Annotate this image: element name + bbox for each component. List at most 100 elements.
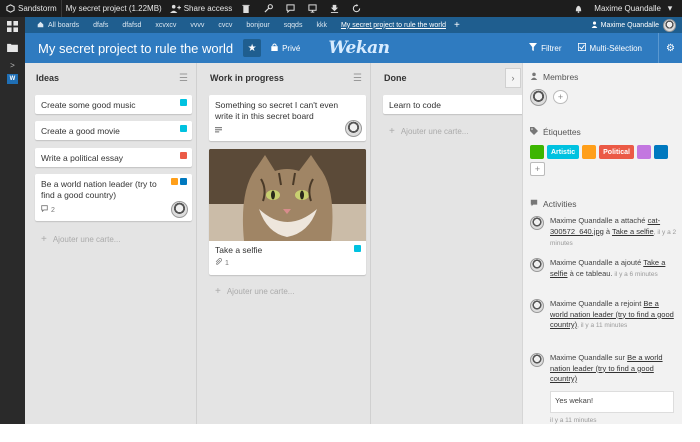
member-avatar[interactable] [530,89,547,106]
add-card-button[interactable]: + Ajouter une carte... [389,126,468,137]
sandstorm-home[interactable]: Sandstorm [0,0,61,17]
sidebar-toggle-button[interactable]: › [505,68,521,88]
breadcrumb-item[interactable]: bonjour [246,22,269,29]
card-member-avatar[interactable] [345,120,362,137]
bell-icon [572,3,584,15]
activity-icon [530,199,538,209]
add-card-label: Ajouter une carte... [226,287,295,296]
breadcrumb-item[interactable]: cvcv [218,22,232,29]
add-card-label: Ajouter une carte... [52,235,121,244]
star-board-button[interactable]: ★ [243,39,262,57]
breadcrumb-item[interactable]: vvvv [190,22,204,29]
expand-sidebar-button[interactable]: > [0,59,25,72]
breadcrumb-item-current[interactable]: My secret project to rule the world [341,22,446,29]
share-access-button[interactable]: Share access [166,0,236,17]
add-label-button[interactable]: + [530,162,545,176]
activity-user[interactable]: Maxime Quandalle [550,299,613,308]
activity-comment-time: il y a 11 minutes [550,417,597,424]
list-menu-icon[interactable]: ☰ [179,73,188,84]
card-title: Learn to code [389,100,441,110]
display-button[interactable] [302,0,324,17]
card-badges: 1 [215,258,229,269]
activity-comment-time-row: il y a 11 minutes [530,415,678,424]
filter-label: Filtrer [541,43,562,53]
board-sidebar: Membres + Étiquettes Artistic Political … [522,63,682,424]
board-title[interactable]: My secret project to rule the world [25,41,233,56]
card[interactable]: Take a selfie 1 [209,149,366,275]
download-button[interactable] [324,0,346,17]
activity-item: Maxime Quandalle sur Be a world nation l… [530,353,678,385]
activity-avatar [530,216,544,230]
card-member-avatar[interactable] [171,201,188,218]
activity-mid: à ce tableau. [567,268,613,278]
grid-icon [7,20,18,35]
label-political[interactable]: Political [599,145,634,159]
members-title: Membres [543,72,579,82]
label-purple[interactable] [636,145,651,159]
label-orange[interactable] [582,145,597,159]
apps-button[interactable] [0,17,25,38]
comment-count: 2 [51,207,55,214]
account-menu[interactable]: Maxime Quandalle ▾ [590,0,682,17]
user-icon [591,21,598,30]
card-title: Something so secret I can't even write i… [215,100,339,121]
breadcrumb-item[interactable]: dfafsd [122,22,141,29]
list-header: Ideas ☰ [25,63,196,93]
grain-title[interactable]: My secret project (1.22MB) [60,0,166,17]
grains-button[interactable] [0,38,25,59]
activity-action: a rejoint [612,299,644,308]
multiselect-button[interactable]: Multi-Sélection [577,43,642,53]
activity-user[interactable]: Maxime Quandalle [550,258,613,267]
header-user[interactable]: Maxime Quandalle [591,18,676,32]
board-privacy[interactable]: Privé [271,43,300,53]
sandstorm-logo-icon [4,3,16,15]
gear-icon: ⚙ [666,42,675,54]
notifications-button[interactable] [568,0,590,17]
board-settings-button[interactable]: ⚙ [658,33,682,63]
label-artistic[interactable]: Artistic [547,145,580,159]
add-board-button[interactable]: + [454,20,460,31]
activity-action: a ajouté [612,258,644,267]
card[interactable]: Create some good music [35,95,192,114]
breadcrumb-item[interactable]: All boards [48,22,79,29]
wekan-grain-tab[interactable]: W [0,72,25,86]
card[interactable]: Something so secret I can't even write i… [209,95,366,141]
add-member-button[interactable]: + [553,90,568,104]
filter-button[interactable]: Filtrer [529,43,562,53]
card-label-artistic [180,125,187,132]
card[interactable]: Write a political essay [35,148,192,167]
attachment-count: 1 [225,260,229,267]
delete-button[interactable] [236,0,258,17]
labels-title: Étiquettes [543,127,581,137]
breadcrumb-item[interactable]: sqqds [284,22,303,29]
feedback-button[interactable] [280,0,302,17]
add-card-label: Ajouter une carte... [400,127,469,136]
webkey-button[interactable] [258,0,280,17]
plus-icon: + [389,126,395,137]
list-ideas: Ideas ☰ Create some good music Create a … [25,63,197,424]
breadcrumb-item[interactable]: kkk [316,22,327,29]
card[interactable]: Create a good movie [35,121,192,140]
activity-user[interactable]: Maxime Quandalle [550,353,613,362]
activity-target[interactable]: Take a selfie [612,227,654,236]
activity-avatar [530,299,544,313]
add-card-button[interactable]: + Ajouter une carte... [215,286,294,297]
card[interactable]: Learn to code [383,95,528,114]
label-green[interactable] [530,145,544,159]
restart-button[interactable] [346,0,368,17]
page-scrollbar[interactable] [682,0,700,442]
key-icon [262,3,274,15]
breadcrumb-item[interactable]: dfafs [93,22,108,29]
list-menu-icon[interactable]: ☰ [353,73,362,84]
list-title[interactable]: Ideas [36,73,59,83]
list-title[interactable]: Work in progress [210,73,284,83]
activities-title: Activities [543,199,577,209]
card[interactable]: Be a world nation leader (try to find a … [35,174,192,221]
activity-user[interactable]: Maxime Quandalle [550,216,613,225]
label-blue[interactable] [653,145,668,159]
breadcrumb-item[interactable]: xcvxcv [155,22,176,29]
trash-icon [240,3,252,15]
add-card-button[interactable]: + Ajouter une carte... [41,234,120,245]
list-title[interactable]: Done [384,73,407,83]
wekan-app-icon: W [7,74,18,84]
